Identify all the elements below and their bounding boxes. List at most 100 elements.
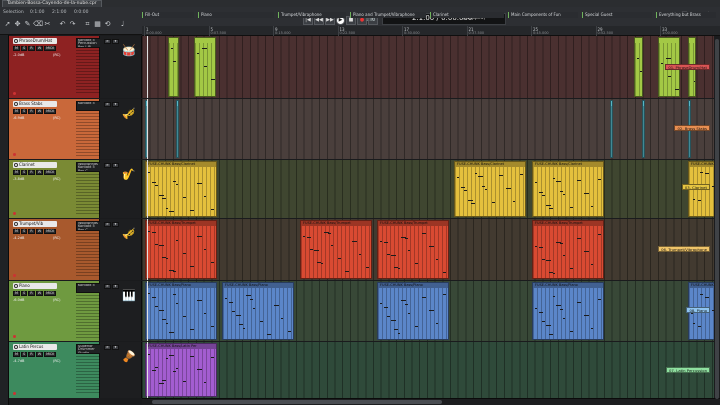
horizontal-scroll-thumb[interactable]	[152, 400, 442, 404]
record-arm-button[interactable]: R	[28, 170, 35, 175]
selection-end[interactable]: 2:1:00	[52, 10, 66, 15]
pan-readout[interactable]: (RC)	[53, 298, 60, 302]
marker-5[interactable]: Clarinet	[430, 12, 504, 18]
midi-input-select[interactable]: MIDI	[44, 170, 56, 175]
marker-2[interactable]: Piano	[198, 12, 274, 18]
midi-clip[interactable]: FUSE-CHUNK Bass/Clarinet	[532, 161, 604, 217]
snap-icon[interactable]: ⌗	[83, 20, 92, 29]
track-power-icon[interactable]	[14, 284, 18, 288]
mute-button[interactable]: M	[13, 170, 21, 175]
write-automation-button[interactable]: W	[35, 352, 44, 357]
undo-icon[interactable]: ↶	[58, 20, 67, 29]
midi-input-select[interactable]: MIDI	[44, 229, 56, 234]
solo-button[interactable]: S	[21, 229, 28, 234]
track-lane[interactable]: FUSE-CHUNK Bass/Piano FUSE-CHUNK Bass/Pia…	[142, 281, 720, 341]
track-name-field[interactable]: PhraseDrum/Hat	[13, 38, 57, 44]
document-tab[interactable]: Tambien-Bossa-Cayendo-de-la-nube.cpr	[2, 0, 102, 7]
mute-button[interactable]: M	[13, 229, 21, 234]
erase-tool-icon[interactable]: ⌫	[33, 20, 43, 29]
marker-7[interactable]: Special Guest	[582, 12, 652, 18]
volume-readout[interactable]: -4.7dB	[13, 359, 24, 363]
track-power-icon[interactable]	[14, 163, 18, 167]
midi-clip[interactable]: FUSE-CHUNK Bass/Trumpet	[300, 220, 372, 279]
midi-clip[interactable]	[176, 100, 179, 158]
volume-readout[interactable]: -2.0dB	[13, 53, 24, 57]
track-edit-button[interactable]: e	[104, 284, 111, 289]
track-edit-button[interactable]: e	[104, 222, 111, 227]
track-expand-button[interactable]: ▾	[112, 284, 119, 289]
solo-button[interactable]: S	[21, 109, 28, 114]
marker-3[interactable]: Trumpet/Vibraphone	[278, 12, 346, 18]
midi-clip[interactable]: FUSE-CHUNK Bass/Trumpet	[532, 220, 604, 279]
track-edit-button[interactable]: e	[104, 163, 111, 168]
split-tool-icon[interactable]: ✂	[43, 20, 52, 29]
solo-button[interactable]: S	[21, 170, 28, 175]
pan-readout[interactable]: (RC)	[53, 236, 60, 240]
midi-input-select[interactable]: MIDI	[44, 109, 56, 114]
track-name-field[interactable]: Brass Stabs	[13, 101, 57, 107]
track-lane[interactable]: FUSE-CHUNK Bass/Trumpet FUSE-CHUNK Bass/T…	[142, 219, 720, 280]
track-name-field[interactable]: Trumpet/Vib	[13, 221, 57, 227]
midi-clip[interactable]: FUSE-CHUNK Bass/Piano	[222, 282, 294, 340]
pan-readout[interactable]: (RC)	[53, 359, 60, 363]
pointer-tool-icon[interactable]: ➚	[3, 20, 12, 29]
mute-button[interactable]: M	[13, 109, 21, 114]
solo-button[interactable]: S	[21, 46, 28, 51]
mute-button[interactable]: M	[13, 291, 21, 296]
volume-readout[interactable]: -6.0dB	[13, 298, 24, 302]
midi-clip[interactable]: FUSE-CHUNK Bass/Latin Per	[145, 343, 217, 397]
smart-tool-icon[interactable]: ✥	[13, 20, 22, 29]
track-expand-button[interactable]: ▾	[112, 102, 119, 107]
midi-input-select[interactable]: MIDI	[44, 352, 56, 357]
grid-icon[interactable]: ▦	[93, 20, 102, 29]
selection-start[interactable]: 0:1:00	[30, 10, 44, 15]
track-power-icon[interactable]	[14, 39, 18, 43]
volume-readout[interactable]: -6.9dB	[13, 116, 24, 120]
midi-input-select[interactable]: MIDI	[44, 46, 56, 51]
track-expand-button[interactable]: ▾	[112, 39, 119, 44]
marker-8[interactable]: Everything but Brass	[656, 12, 716, 18]
pan-readout[interactable]: (RC)	[53, 116, 60, 120]
redo-icon[interactable]: ↷	[68, 20, 77, 29]
pan-readout[interactable]: (RC)	[53, 177, 60, 181]
loop-icon[interactable]: ⟲	[103, 20, 112, 29]
track-expand-button[interactable]: ▾	[112, 163, 119, 168]
midi-clip[interactable]: FUSE-CHUNK Bass/Trumpet	[377, 220, 449, 279]
selection-length[interactable]: 0:0:00	[74, 10, 88, 15]
record-arm-button[interactable]: R	[28, 352, 35, 357]
midi-clip[interactable]: FUSE-CHUNK Bass/Trumpet	[145, 220, 217, 279]
midi-clip[interactable]	[168, 37, 179, 97]
pan-readout[interactable]: (RC)	[53, 53, 60, 57]
midi-input-select[interactable]: MIDI	[44, 291, 56, 296]
write-automation-button[interactable]: W	[35, 170, 44, 175]
track-lane[interactable]: 01. PhraseDrum/Hat	[142, 36, 720, 98]
track-edit-button[interactable]: e	[104, 39, 111, 44]
track-power-icon[interactable]	[14, 222, 18, 226]
write-automation-button[interactable]: W	[35, 46, 44, 51]
track-expand-button[interactable]: ▾	[112, 222, 119, 227]
track-name-field[interactable]: Latin Percus	[13, 344, 57, 350]
marker-1[interactable]: Fill-Out	[142, 12, 194, 18]
track-lane[interactable]: 02. Brass Stabs	[142, 99, 720, 159]
write-automation-button[interactable]: W	[35, 229, 44, 234]
metronome-icon[interactable]: ♩	[118, 20, 127, 29]
track-power-icon[interactable]	[14, 345, 18, 349]
write-automation-button[interactable]: W	[35, 109, 44, 114]
midi-clip[interactable]	[634, 37, 643, 97]
volume-readout[interactable]: -3.8dB	[13, 177, 24, 181]
midi-clip[interactable]	[642, 100, 645, 158]
marker-6[interactable]: Main Components of Fun	[508, 12, 578, 18]
midi-clip[interactable]	[610, 100, 613, 158]
draw-tool-icon[interactable]: ✎	[23, 20, 32, 29]
solo-button[interactable]: S	[21, 291, 28, 296]
horizontal-scrollbar[interactable]	[142, 398, 720, 405]
record-arm-button[interactable]: R	[28, 229, 35, 234]
track-name-field[interactable]: Clarinet	[13, 162, 57, 168]
mute-button[interactable]: M	[13, 46, 21, 51]
write-automation-button[interactable]: W	[35, 291, 44, 296]
record-arm-button[interactable]: R	[28, 291, 35, 296]
midi-clip[interactable]: FUSE-CHUNK Bass/Piano	[532, 282, 604, 340]
track-lane[interactable]: FUSE-CHUNK Bass/Latin Per 07. Latin Percu…	[142, 342, 720, 398]
track-edit-button[interactable]: e	[104, 102, 111, 107]
track-power-icon[interactable]	[14, 102, 18, 106]
